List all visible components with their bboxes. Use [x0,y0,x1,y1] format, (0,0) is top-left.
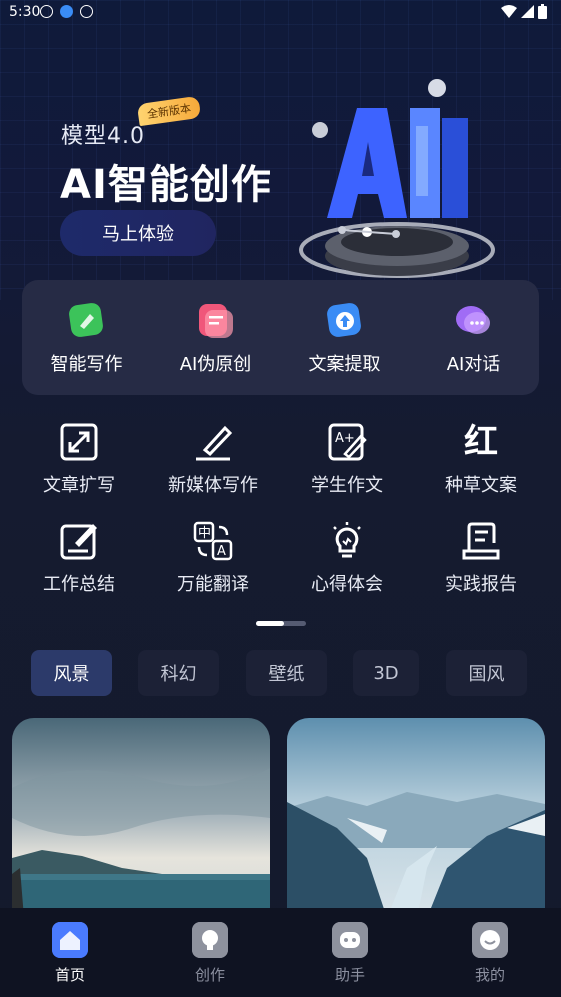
shield-icon [40,5,53,18]
pen-icon [69,303,103,337]
red-note-icon: 红 [464,422,498,462]
home-icon [52,922,88,958]
nav-create[interactable]: 创作 [170,922,250,992]
feature-card: 智能写作 AI伪原创 文案提取 AI对话 [22,280,539,395]
hero-title: AI智能创作 [60,162,272,208]
status-indicators [501,4,547,19]
tool-work-summary[interactable]: 工作总结 [12,521,146,611]
nav-assistant[interactable]: 助手 [310,922,390,992]
tool-insights[interactable]: 心得体会 [280,521,414,611]
tool-label: 实践报告 [445,574,517,595]
tab-landscape[interactable]: 风景 [31,650,112,696]
svg-text:A+: A+ [335,431,355,446]
tab-scifi[interactable]: 科幻 [138,650,219,696]
feature-copy-extract[interactable]: 文案提取 [280,280,409,395]
tool-article-expand[interactable]: 文章扩写 [12,422,146,512]
svg-text:中: 中 [198,526,211,541]
feature-label: AI伪原创 [179,354,252,375]
hero-subtitle: 模型4.0 [61,124,145,149]
ai-3d-illustration [299,79,495,278]
translate-icon: 中 A [193,521,233,561]
svg-text:A: A [217,544,226,559]
essay-icon: A+ [328,423,367,461]
tool-label: 心得体会 [311,574,383,595]
upload-icon [327,303,361,337]
bottom-navigation: 首页 创作 助手 我的 [0,908,561,997]
tab-3d[interactable]: 3D [353,650,419,696]
feature-label: 智能写作 [50,354,123,375]
tool-label: 文章扩写 [43,475,115,496]
nav-home[interactable]: 首页 [30,922,110,992]
tool-new-media[interactable]: 新媒体写作 [146,422,280,512]
feature-label: AI对话 [446,354,501,375]
try-now-button[interactable]: 马上体验 [60,210,216,256]
new-version-badge: 全新版本 [136,95,202,127]
nav-label: 助手 [334,966,365,984]
bulb-icon [192,922,228,958]
tool-label: 种草文案 [445,475,517,496]
profile-icon [472,922,508,958]
battery-icon [538,4,547,19]
tool-translate[interactable]: 中 A 万能翻译 [146,521,280,611]
lightbulb-icon [333,522,361,558]
tool-label: 学生作文 [311,475,383,496]
tool-seeding-copy[interactable]: 红 种草文案 [414,422,548,512]
write-icon [196,425,233,461]
nav-label: 创作 [194,966,225,984]
vpn-icon [80,5,93,18]
seascape-image [12,718,270,918]
hero-banner[interactable]: 模型4.0 全新版本 AI智能创作 马上体验 [0,60,561,280]
nav-label: 我的 [474,966,505,984]
download-icon [60,5,73,18]
status-bar: 5:30 [0,0,561,26]
feature-ai-chat[interactable]: AI对话 [409,280,538,395]
tool-label: 万能翻译 [177,574,249,595]
page-indicator [256,621,306,626]
expand-icon [60,423,98,461]
tool-label: 工作总结 [43,574,115,595]
tool-label: 新媒体写作 [168,475,258,496]
gallery-card-seascape[interactable] [12,718,270,918]
tool-student-essay[interactable]: A+ 学生作文 [280,422,414,512]
tool-practice-report[interactable]: 实践报告 [414,521,548,611]
fjord-image [287,718,545,918]
document-icon [199,304,233,338]
report-icon [462,522,500,560]
signal-icon [521,5,534,18]
page-indicator-active [256,621,284,626]
assistant-icon [332,922,368,958]
nav-label: 首页 [54,966,85,984]
summary-icon [60,524,97,560]
status-time: 5:30 [9,4,41,20]
gallery-card-fjord[interactable] [287,718,545,918]
feature-smart-writing[interactable]: 智能写作 [22,280,151,395]
nav-profile[interactable]: 我的 [450,922,530,992]
chat-icon [456,306,490,334]
tab-guofeng[interactable]: 国风 [446,650,527,696]
feature-ai-rewrite[interactable]: AI伪原创 [151,280,280,395]
wifi-icon [501,5,517,18]
feature-label: 文案提取 [308,354,381,375]
tab-wallpaper[interactable]: 壁纸 [246,650,327,696]
